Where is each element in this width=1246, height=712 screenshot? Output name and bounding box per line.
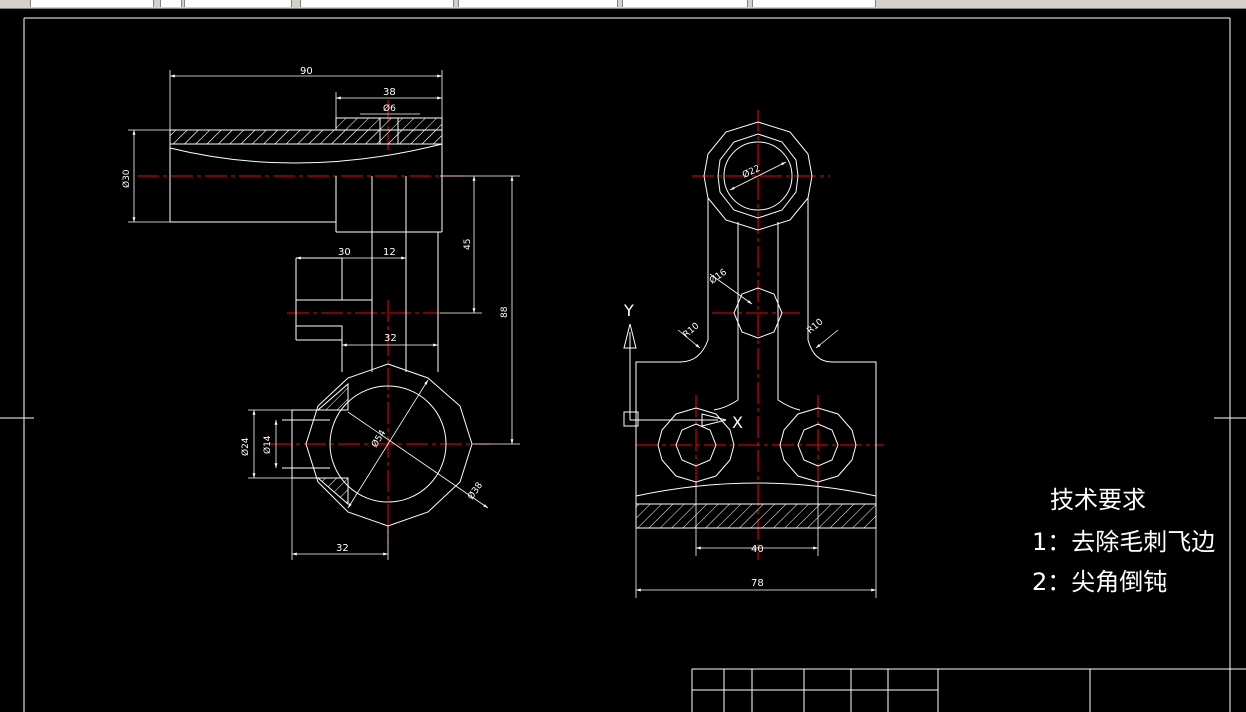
side-dimensions <box>635 161 877 598</box>
plotstyle-dropdown[interactable] <box>622 0 748 7</box>
dim-r10a: R10 <box>682 321 702 340</box>
linetype-dropdown[interactable] <box>300 0 454 7</box>
dim-90: 90 <box>300 66 313 77</box>
dim-24: Ø24 <box>240 437 251 456</box>
dim-12: 12 <box>383 247 396 258</box>
side-view: Y X Ø22 Ø16 R10 R10 40 78 <box>623 110 884 598</box>
ucs-x-label: X <box>732 413 743 432</box>
title-block <box>691 668 1246 712</box>
ucs-icon <box>623 323 727 427</box>
drawing-canvas[interactable]: 90 38 Ø6 Ø30 45 88 30 12 32 Ø24 Ø14 Ø54 … <box>0 8 1246 712</box>
tech-title: 技术要求 <box>1050 486 1146 514</box>
dim-30b: 30 <box>338 247 351 258</box>
tech-item-2: 2：尖角倒钝 <box>1032 568 1167 596</box>
ucs-y-label: Y <box>623 301 634 320</box>
dim-32a: 32 <box>384 333 397 344</box>
dim-78: 78 <box>751 578 764 589</box>
dim-54: Ø54 <box>369 428 388 450</box>
style-dropdown[interactable] <box>752 0 876 7</box>
side-outline <box>635 121 877 529</box>
layer-dropdown[interactable] <box>30 0 154 7</box>
top-tube <box>169 117 443 372</box>
dim-22: Ø22 <box>741 163 762 181</box>
dim-r10b: R10 <box>806 317 826 336</box>
dim-88: 88 <box>500 306 510 318</box>
dim-38: 38 <box>383 87 396 98</box>
layer-icon[interactable] <box>160 0 182 7</box>
dim-32b: 32 <box>336 543 349 554</box>
tech-requirements: 技术要求 1：去除毛刺飞边 2：尖角倒钝 <box>1032 486 1215 596</box>
middle-block <box>295 232 439 372</box>
drawing-frame <box>0 17 1246 712</box>
side-centerlines <box>636 110 884 560</box>
toolbar-spacer <box>880 0 1246 7</box>
front-view: 90 38 Ø6 Ø30 45 88 30 12 32 Ø24 Ø14 Ø54 … <box>121 66 520 560</box>
dim-40: 40 <box>751 544 764 555</box>
dim-30: Ø30 <box>121 169 132 188</box>
dim-16: Ø16 <box>707 267 729 287</box>
tech-item-1: 1：去除毛刺飞边 <box>1032 528 1215 556</box>
dim-6: Ø6 <box>383 103 396 114</box>
lineweight-dropdown[interactable] <box>458 0 618 7</box>
dim-14: Ø14 <box>262 435 273 454</box>
dim-45: 45 <box>463 239 473 250</box>
dim-38c: Ø38 <box>465 480 485 502</box>
color-dropdown[interactable] <box>184 0 292 7</box>
